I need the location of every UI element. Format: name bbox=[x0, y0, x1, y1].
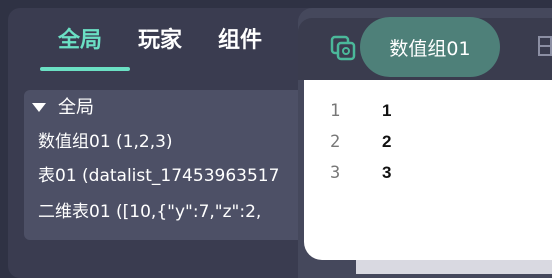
row-value[interactable]: 1 bbox=[382, 101, 391, 121]
tree-item-table[interactable]: 表01 (datalist_17453963517 bbox=[38, 164, 279, 188]
tab-global[interactable]: 全局 bbox=[58, 28, 102, 54]
tree-item-number-group[interactable]: 数值组01 (1,2,3) bbox=[38, 130, 173, 154]
tab-player[interactable]: 玩家 bbox=[138, 28, 182, 54]
row-value[interactable]: 3 bbox=[382, 163, 391, 183]
bottom-strip bbox=[356, 260, 552, 274]
variable-tree: 全局 数值组01 (1,2,3) 表01 (datalist_174539635… bbox=[24, 90, 332, 240]
row-value[interactable]: 2 bbox=[382, 132, 391, 152]
partial-icon[interactable] bbox=[537, 33, 552, 59]
row-index: 2 bbox=[330, 132, 341, 152]
tree-group-global[interactable]: 全局 bbox=[32, 94, 94, 118]
copy-icon[interactable] bbox=[330, 35, 356, 61]
active-variable-chip[interactable]: 数值组01 bbox=[360, 17, 500, 77]
tab-component[interactable]: 组件 bbox=[218, 28, 262, 54]
caret-down-icon[interactable] bbox=[32, 102, 46, 112]
tree-item-2d-table[interactable]: 二维表01 ([10,{"y":7,"z":2, bbox=[38, 200, 261, 224]
active-tab-indicator bbox=[40, 67, 130, 71]
row-index: 3 bbox=[330, 163, 341, 183]
row-index: 1 bbox=[330, 101, 341, 121]
variables-panel: 全局 玩家 组件 全局 数值组01 (1,2,3) 表01 (datalist_… bbox=[8, 8, 332, 278]
value-list bbox=[304, 80, 552, 260]
tree-group-label: 全局 bbox=[58, 97, 94, 118]
